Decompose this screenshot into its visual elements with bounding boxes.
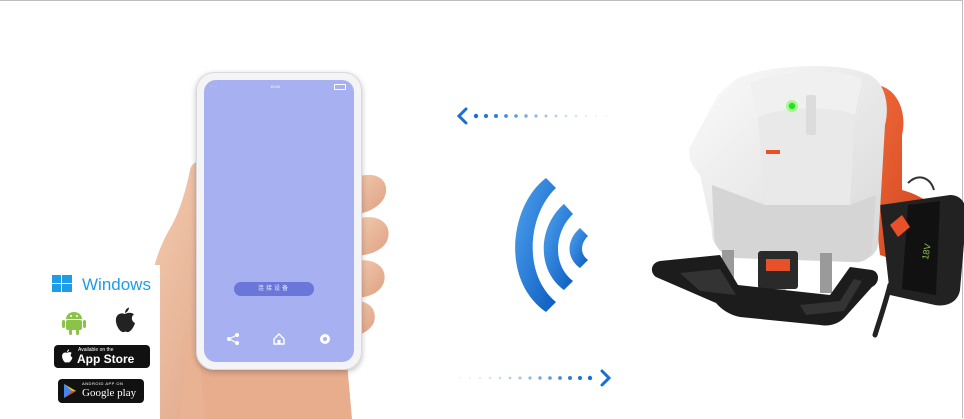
marking-machine-device: 18V — [651, 65, 964, 338]
phone-screen: ∙∙∙ ∙∙ 10:00 连接设备 — [204, 80, 354, 362]
battery-icon — [334, 84, 346, 90]
home-icon[interactable] — [272, 332, 286, 346]
app-store-button[interactable]: Available on the App Store — [54, 345, 150, 368]
android-icon[interactable] — [62, 309, 86, 335]
status-signal: ∙∙∙ ∙∙ — [210, 84, 217, 89]
battery-pack: 18V — [880, 195, 964, 306]
app-store-badges: Windows Available on the App Store ANDRO… — [48, 265, 160, 419]
phone-bottom-toolbar — [204, 332, 354, 348]
arrow-left-icon — [456, 107, 607, 125]
wireless-signal-icon — [515, 178, 588, 312]
apple-logo-icon — [62, 349, 73, 363]
settings-icon[interactable] — [318, 332, 332, 346]
share-icon[interactable] — [226, 332, 240, 346]
windows-label: Windows — [82, 275, 151, 294]
smartphone: ∙∙∙ ∙∙ 10:00 连接设备 — [196, 72, 362, 370]
windows-icon — [52, 275, 72, 292]
google-play-button[interactable]: ANDROID APP ON Google play — [58, 379, 144, 403]
arrow-right-icon — [459, 369, 612, 387]
phone-status-bar: ∙∙∙ ∙∙ 10:00 — [204, 84, 354, 92]
connect-device-button[interactable]: 连接设备 — [234, 282, 314, 296]
gplay-small-text: ANDROID APP ON — [82, 381, 124, 386]
appstore-label: App Store — [77, 352, 135, 366]
status-time: 10:00 — [270, 84, 281, 89]
gplay-label: Google play — [82, 387, 137, 399]
apple-icon[interactable] — [114, 307, 136, 333]
google-play-icon — [64, 384, 76, 398]
